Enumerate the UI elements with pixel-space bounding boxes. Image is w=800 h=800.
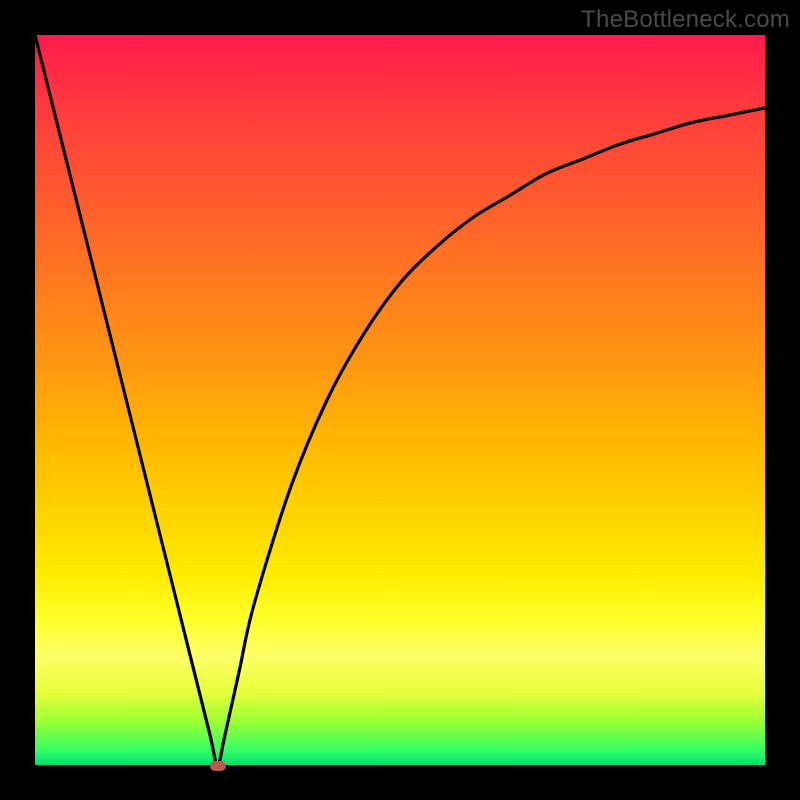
minimum-marker [210,761,226,771]
watermark-text: TheBottleneck.com [581,6,790,34]
curve-path [35,35,765,765]
bottleneck-curve [35,35,765,765]
plot-area [35,35,765,765]
chart-frame: TheBottleneck.com [0,0,800,800]
